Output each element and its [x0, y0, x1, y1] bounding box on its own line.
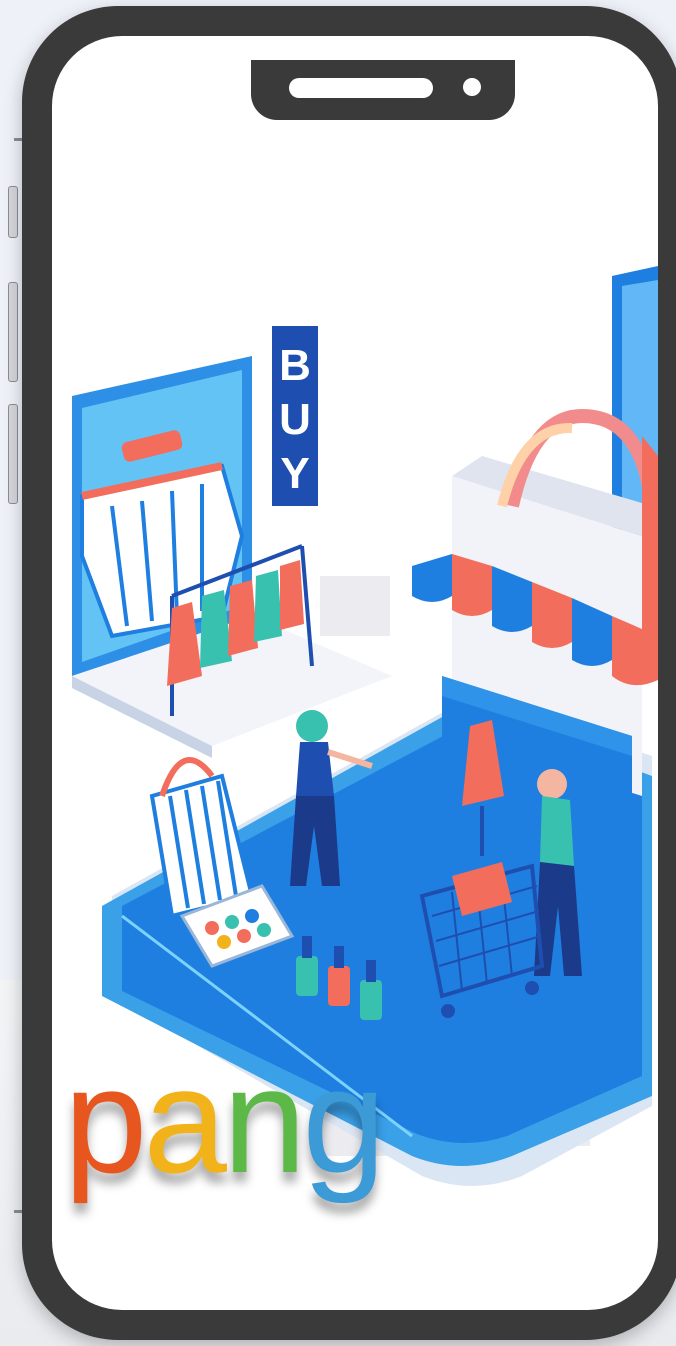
logo-letter-n: n [222, 1036, 306, 1204]
buy-sign-b: B [279, 341, 311, 390]
brand-logo: pang [64, 1036, 386, 1204]
mute-switch[interactable] [8, 186, 18, 238]
buy-sign-u: U [279, 395, 311, 444]
phone-notch [251, 60, 515, 120]
speaker-grille [289, 78, 433, 98]
front-camera-icon [463, 78, 481, 96]
volume-up-button[interactable] [8, 282, 18, 382]
volume-down-button[interactable] [8, 404, 18, 504]
logo-letter-g: g [302, 1036, 385, 1204]
phone-frame: B U Y pang [22, 6, 676, 1340]
logo-letter-p: p [64, 1036, 147, 1204]
logo-letter-a: a [143, 1036, 226, 1204]
buy-sign-y: Y [280, 449, 309, 498]
phone-screen: B U Y pang [52, 36, 658, 1310]
